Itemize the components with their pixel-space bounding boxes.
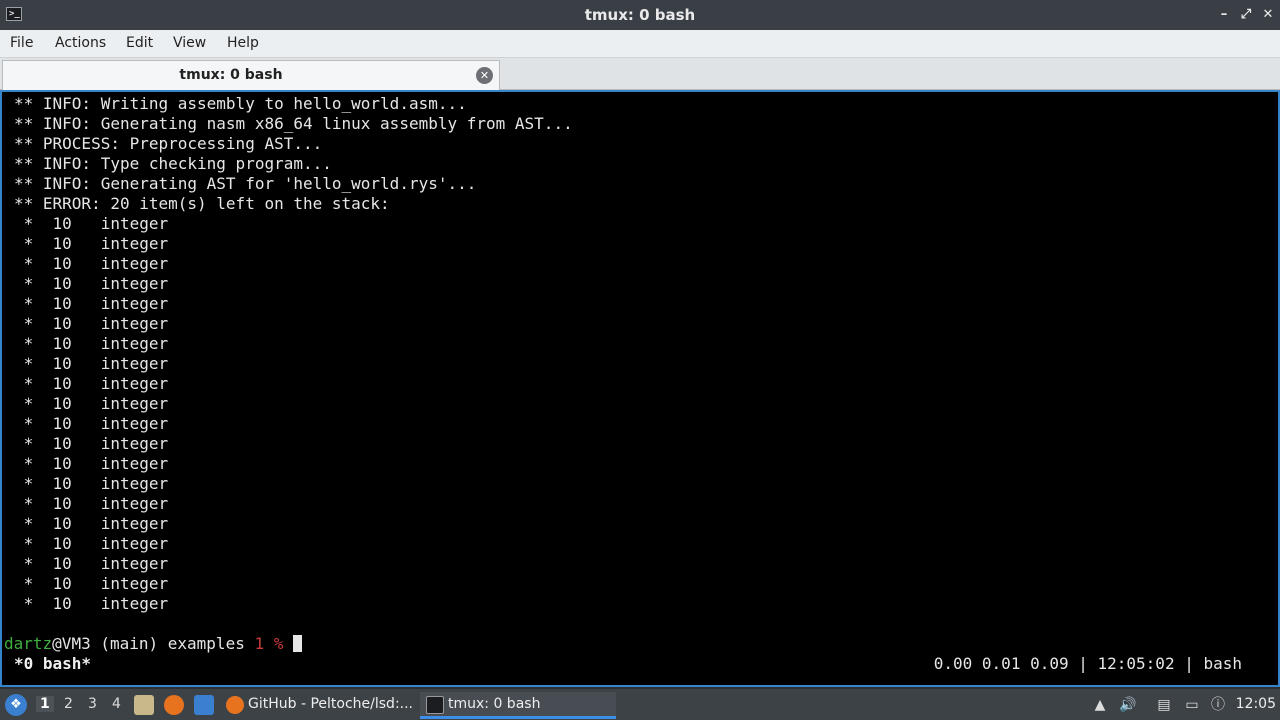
show-desktop-icon[interactable] [194, 695, 214, 715]
stack-item-line: * 10 integer [14, 234, 169, 253]
terminal-line: ** INFO: Generating AST for 'hello_world… [14, 174, 477, 193]
minimize-button[interactable]: – [1215, 6, 1233, 24]
stack-item-line: * 10 integer [14, 274, 169, 293]
terminal-icon [426, 696, 444, 714]
start-menu-icon[interactable]: ❖ [5, 694, 27, 716]
prompt-host: @VM3 (main) examples [52, 634, 255, 653]
taskbar-clock[interactable]: 12:05 [1236, 696, 1276, 712]
stack-item-line: * 10 integer [14, 314, 169, 333]
firefox-launcher-icon[interactable] [164, 695, 184, 715]
stack-item-line: * 10 integer [14, 494, 169, 513]
volume-icon[interactable]: 🔊 [1118, 695, 1138, 715]
menu-view[interactable]: View [173, 35, 206, 51]
stack-item-line: * 10 integer [14, 554, 169, 573]
stack-item-line: * 10 integer [14, 474, 169, 493]
stack-item-line: * 10 integer [14, 294, 169, 313]
close-window-button[interactable]: ✕ [1259, 6, 1277, 24]
terminal-pane[interactable]: ** INFO: Writing assembly to hello_world… [0, 90, 1280, 687]
terminal-line: ** INFO: Generating nasm x86_64 linux as… [14, 114, 573, 133]
task-label: GitHub - Peltoche/lsd:... [248, 696, 414, 712]
menu-help[interactable]: Help [227, 35, 259, 51]
menu-actions[interactable]: Actions [55, 35, 106, 51]
task-label: tmux: 0 bash [448, 696, 541, 712]
stack-item-line: * 10 integer [14, 374, 169, 393]
stack-item-line: * 10 integer [14, 334, 169, 353]
stack-item-line: * 10 integer [14, 534, 169, 553]
firefox-icon [226, 696, 244, 714]
clipboard-icon[interactable]: ▤ [1154, 695, 1174, 715]
window-titlebar: >_ tmux: 0 bash – ⤢ ✕ [0, 0, 1280, 30]
stack-item-line: * 10 integer [14, 254, 169, 273]
stack-item-line: * 10 integer [14, 414, 169, 433]
terminal-line: ** PROCESS: Preprocessing AST... [14, 134, 323, 153]
notification-icon[interactable]: ⓘ [1208, 695, 1228, 715]
terminal-line: ** INFO: Type checking program... [14, 154, 332, 173]
menu-bar: File Actions Edit View Help [0, 30, 1280, 58]
network-icon[interactable]: ▭ [1182, 695, 1202, 715]
stack-item-line: * 10 integer [14, 574, 169, 593]
tab-label: tmux: 0 bash [179, 67, 283, 83]
tab-tmux[interactable]: tmux: 0 bash ✕ [2, 60, 500, 90]
stack-item-line: * 10 integer [14, 514, 169, 533]
workspace-2[interactable]: 2 [64, 696, 73, 712]
window-title: tmux: 0 bash [584, 6, 696, 24]
shell-prompt[interactable]: dartz@VM3 (main) examples 1 % [4, 634, 303, 654]
workspace-1[interactable]: 1 [36, 696, 54, 712]
stack-item-line: * 10 integer [14, 354, 169, 373]
prompt-status: 1 % [254, 634, 284, 653]
terminal-cursor [293, 635, 303, 652]
tab-close-icon[interactable]: ✕ [476, 67, 493, 84]
maximize-button[interactable]: ⤢ [1237, 6, 1255, 24]
stack-item-line: * 10 integer [14, 434, 169, 453]
menu-edit[interactable]: Edit [126, 35, 153, 51]
tray-arrow-icon[interactable]: ▲ [1090, 695, 1110, 715]
task-firefox[interactable]: GitHub - Peltoche/lsd:... [220, 692, 416, 719]
taskbar: ❖ 1 2 3 4 GitHub - Peltoche/lsd:... tmux… [0, 688, 1280, 720]
task-terminal[interactable]: tmux: 0 bash [420, 692, 616, 719]
tab-bar: tmux: 0 bash ✕ [0, 58, 1280, 90]
prompt-user: dartz [4, 634, 53, 653]
stack-item-line: * 10 integer [14, 594, 169, 613]
stack-item-line: * 10 integer [14, 394, 169, 413]
stack-item-line: * 10 integer [14, 214, 169, 233]
file-manager-icon[interactable] [134, 695, 154, 715]
menu-file[interactable]: File [10, 35, 33, 51]
tmux-window-status: *0 bash* [14, 654, 92, 673]
terminal-line: ** ERROR: 20 item(s) left on the stack: [14, 194, 390, 213]
stack-item-line: * 10 integer [14, 454, 169, 473]
prompt-spacer [283, 634, 293, 653]
tmux-status-right: 0.00 0.01 0.09 | 12:05:02 | bash [933, 654, 1242, 673]
workspace-3[interactable]: 3 [88, 696, 97, 712]
terminal-line: ** INFO: Writing assembly to hello_world… [14, 94, 467, 113]
workspace-4[interactable]: 4 [112, 696, 121, 712]
